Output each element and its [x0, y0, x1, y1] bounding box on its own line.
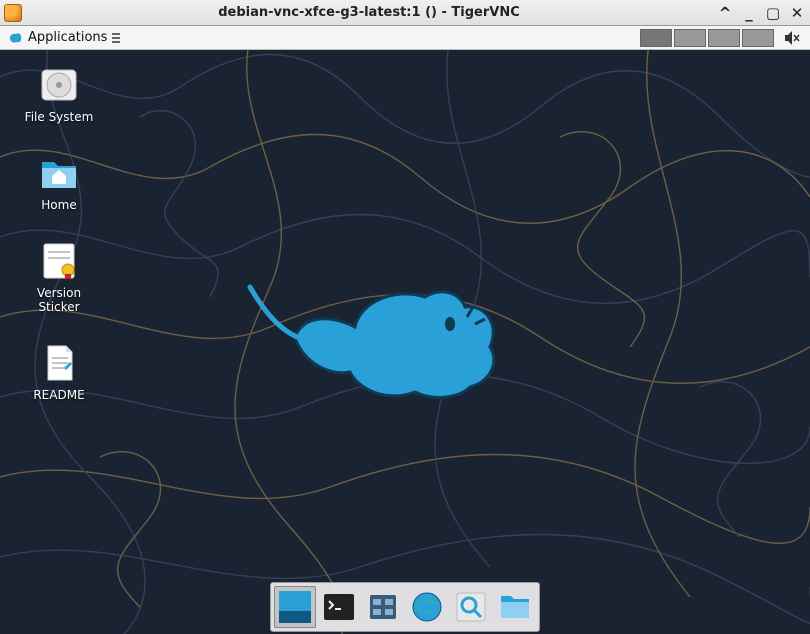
magnifier-icon — [453, 589, 489, 625]
dock-show-desktop[interactable] — [274, 586, 316, 628]
maximize-button[interactable]: ▢ — [764, 4, 782, 22]
tigervnc-icon — [4, 4, 22, 22]
folder-icon — [497, 589, 533, 625]
minimize-button[interactable]: _ — [740, 4, 758, 22]
desktop-icon-grid: File System Home Version Sticker README — [14, 64, 104, 402]
applications-menu-button[interactable]: Applications — [2, 28, 127, 48]
desktop-wallpaper[interactable] — [0, 50, 810, 634]
dock-directory[interactable] — [494, 586, 536, 628]
file-manager-icon — [365, 589, 401, 625]
desktop-icon-label: File System — [25, 110, 94, 124]
workspace-switcher — [640, 29, 774, 47]
rollup-button[interactable]: ^ — [716, 4, 734, 22]
desktop-icon-label: README — [33, 388, 84, 402]
remote-desktop: Applications Fil — [0, 26, 810, 634]
certificate-icon — [38, 240, 80, 282]
globe-icon — [409, 589, 445, 625]
wallpaper-svg — [0, 50, 810, 634]
close-button[interactable]: ✕ — [788, 4, 806, 22]
workspace-1[interactable] — [640, 29, 672, 47]
applications-menu-label: Applications — [28, 30, 107, 45]
desktop-icon-readme[interactable]: README — [14, 342, 104, 402]
desktop-icon-label: Version Sticker — [37, 286, 81, 314]
terminal-icon — [321, 589, 357, 625]
window-title: debian-vnc-xfce-g3-latest:1 () - TigerVN… — [28, 5, 710, 20]
workspace-3[interactable] — [708, 29, 740, 47]
desktop-icon-file-system[interactable]: File System — [14, 64, 104, 124]
home-folder-icon — [38, 152, 80, 194]
workspace-2[interactable] — [674, 29, 706, 47]
workspace-4[interactable] — [742, 29, 774, 47]
xfce-top-panel: Applications — [0, 26, 810, 50]
show-desktop-icon — [277, 589, 313, 625]
desktop-icon-home[interactable]: Home — [14, 152, 104, 212]
dock-file-manager[interactable] — [362, 586, 404, 628]
text-file-icon — [38, 342, 80, 384]
drive-icon — [38, 64, 80, 106]
audio-muted-icon — [783, 29, 801, 47]
desktop-icon-label: Home — [41, 198, 76, 212]
dock-terminal[interactable] — [318, 586, 360, 628]
audio-volume-button[interactable] — [782, 28, 802, 48]
xfce-dock — [270, 582, 540, 632]
desktop-icon-version-sticker[interactable]: Version Sticker — [14, 240, 104, 314]
dock-app-finder[interactable] — [450, 586, 492, 628]
vnc-window-titlebar: debian-vnc-xfce-g3-latest:1 () - TigerVN… — [0, 0, 810, 26]
dock-web-browser[interactable] — [406, 586, 448, 628]
xfce-logo-icon — [8, 30, 24, 46]
menu-indicator-icon — [111, 31, 121, 45]
